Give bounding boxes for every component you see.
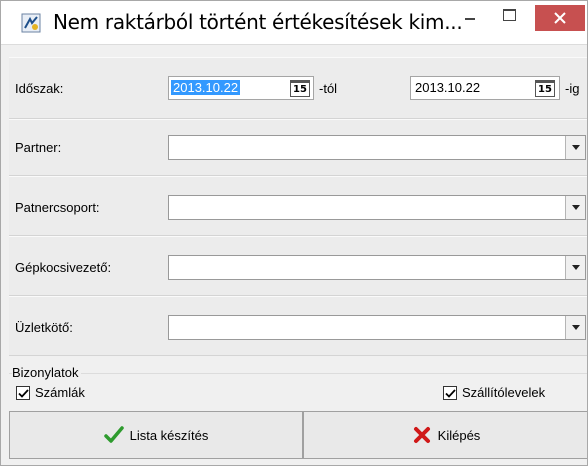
partner-group-label: Patnercsoport: [15, 200, 100, 215]
invoices-label[interactable]: Számlák [35, 385, 85, 400]
checkmark-icon [445, 389, 456, 398]
x-icon [413, 427, 430, 443]
partner-row: Partner: [9, 119, 587, 176]
date-to-suffix: -ig [565, 81, 580, 96]
driver-label: Gépkocsivezető: [15, 260, 112, 275]
delivery-notes-label[interactable]: Szállítólevelek [462, 385, 545, 400]
partner-select[interactable] [168, 135, 586, 160]
maximize-button[interactable] [495, 1, 523, 31]
title-bar[interactable]: Nem raktárból történt értékesítések kim.… [1, 1, 587, 45]
driver-row: Gépkocsivezető: [9, 236, 587, 296]
period-label: Időszak: [15, 81, 64, 96]
delivery-notes-checkbox[interactable] [443, 386, 457, 400]
date-from-field[interactable]: 2013.10.22 15 [168, 76, 314, 100]
exit-button[interactable]: Kilépés [303, 411, 587, 459]
minimize-button[interactable] [456, 1, 484, 31]
chevron-down-icon[interactable] [565, 136, 585, 159]
date-from-value: 2013.10.22 [171, 80, 241, 95]
chevron-down-icon[interactable] [565, 256, 585, 279]
dealer-select[interactable] [168, 315, 586, 340]
close-icon [554, 12, 566, 24]
date-from-suffix: -tól [319, 81, 338, 96]
partner-group-select[interactable] [168, 195, 586, 220]
documents-group-title: Bizonylatok [12, 365, 82, 380]
date-to-field[interactable]: 2013.10.22 15 [410, 76, 560, 100]
chevron-down-icon[interactable] [565, 316, 585, 339]
partner-group-row: Patnercsoport: [9, 176, 587, 236]
dealer-row: Üzletkötő: [9, 296, 587, 356]
exit-label: Kilépés [437, 427, 481, 443]
invoices-checkbox[interactable] [16, 386, 30, 400]
close-button[interactable] [535, 5, 585, 31]
create-list-button[interactable]: Lista készítés [9, 411, 303, 459]
app-icon [21, 13, 41, 33]
create-list-label: Lista készítés [129, 427, 209, 443]
check-icon [103, 426, 124, 443]
window-title: Nem raktárból történt értékesítések kim.… [53, 10, 463, 34]
calendar-icon[interactable]: 15 [290, 80, 310, 97]
partner-label: Partner: [15, 140, 62, 155]
date-to-value: 2013.10.22 [415, 80, 481, 95]
period-row: Időszak: 2013.10.22 15 -tól 2013.10.22 1… [9, 57, 587, 119]
checkmark-icon [18, 389, 29, 398]
dealer-label: Üzletkötő: [15, 320, 73, 335]
group-divider [9, 373, 587, 374]
chevron-down-icon[interactable] [565, 196, 585, 219]
calendar-icon[interactable]: 15 [535, 80, 555, 97]
driver-select[interactable] [168, 255, 586, 280]
documents-group: Bizonylatok Számlák Szállítólevelek [9, 365, 587, 407]
report-dialog: Nem raktárból történt értékesítések kim.… [0, 0, 588, 466]
